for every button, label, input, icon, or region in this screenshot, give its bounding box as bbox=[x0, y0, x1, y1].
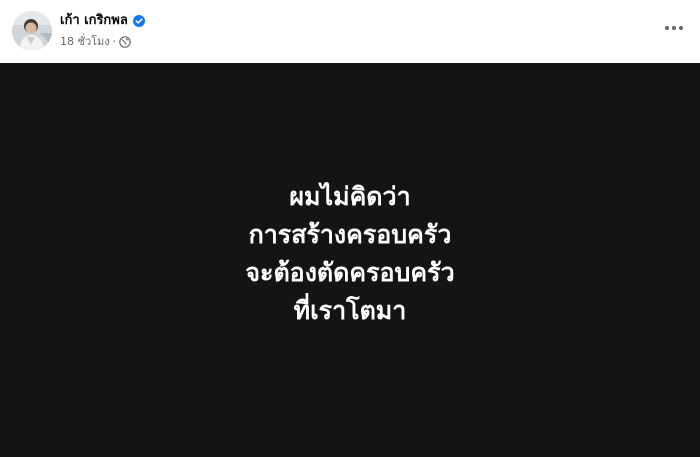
post-card: เก้า เกริกพล 18 ชั่วโมง · ผมไม่คิดว่า กา… bbox=[0, 0, 700, 457]
post-header: เก้า เกริกพล 18 ชั่วโมง · bbox=[0, 0, 700, 63]
verified-badge-icon bbox=[132, 15, 145, 27]
author-row: เก้า เกริกพล bbox=[60, 12, 145, 30]
avatar-image bbox=[12, 11, 52, 51]
more-options-button[interactable] bbox=[660, 14, 688, 42]
post-image[interactable]: ผมไม่คิดว่า การสร้างครอบครัว จะต้องตัดคร… bbox=[0, 63, 700, 457]
quote-line-3: จะต้องตัดครอบครัว bbox=[245, 258, 455, 287]
post-meta: 18 ชั่วโมง · bbox=[60, 34, 131, 50]
author-name[interactable]: เก้า เกริกพล bbox=[60, 12, 128, 30]
author-avatar[interactable] bbox=[12, 11, 52, 51]
meta-separator: · bbox=[112, 35, 117, 48]
more-horizontal-icon bbox=[665, 26, 683, 30]
quote-line-2: การสร้างครอบครัว bbox=[248, 220, 452, 249]
quote-line-1: ผมไม่คิดว่า bbox=[289, 182, 411, 211]
globe-icon[interactable] bbox=[119, 36, 131, 48]
post-timestamp[interactable]: 18 ชั่วโมง bbox=[60, 34, 110, 50]
quote-line-4: ที่เราโตมา bbox=[293, 296, 407, 325]
